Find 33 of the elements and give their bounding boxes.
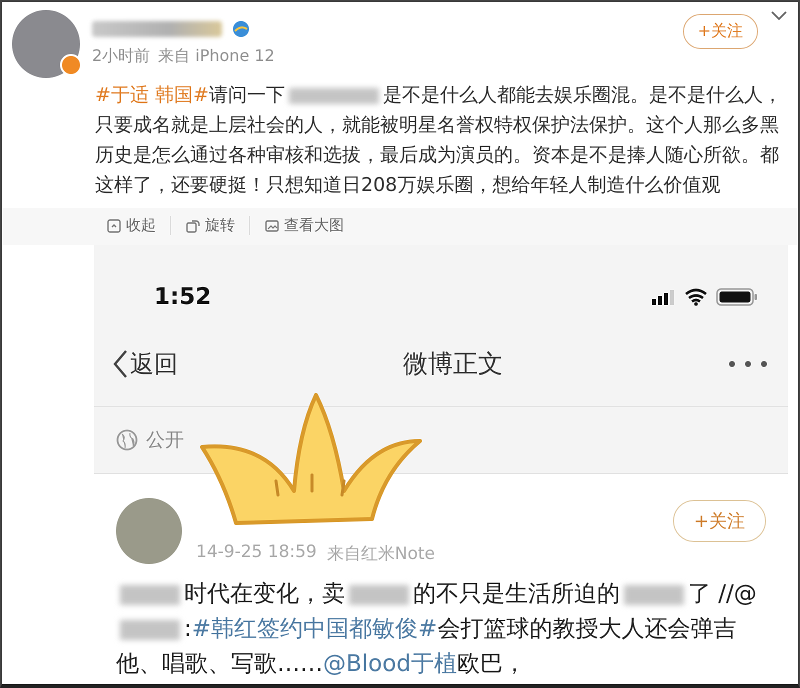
collapse-icon — [106, 218, 122, 234]
image-icon — [264, 218, 280, 234]
action-button[interactable]: 旋转 — [171, 216, 250, 235]
signal-icon — [652, 289, 676, 305]
back-chevron-icon — [112, 348, 128, 378]
action-button[interactable]: 收起 — [92, 216, 171, 235]
action-button[interactable]: 查看大图 — [250, 216, 358, 235]
follow-button[interactable]: +关注 — [682, 14, 758, 49]
battery-icon — [716, 287, 758, 307]
visibility-label: 公开 — [146, 428, 184, 453]
blurred-text — [120, 584, 180, 605]
page-title: 微博正文 — [403, 348, 503, 380]
rotate-icon — [185, 218, 201, 234]
hashtag-link[interactable]: #于适 韩国# — [95, 84, 209, 106]
mention-link[interactable]: @Blood于植 — [323, 651, 457, 677]
status-time: 1:52 — [154, 284, 212, 310]
globe-badge-icon — [232, 20, 250, 38]
blurred-text — [624, 584, 684, 605]
wifi-icon — [684, 288, 708, 306]
more-icon[interactable] — [728, 360, 768, 368]
chevron-down-icon[interactable] — [770, 10, 788, 22]
post-time: 14-9-25 18:59 — [196, 542, 317, 564]
post-source: 来自 iPhone 12 — [158, 46, 275, 67]
post-text: 时代在变化，卖 的不只是生活所迫的 了 //@ :#韩红签约中国都敏俊#会打篮球的教授大人还会弹吉他、唱歌、写歌……@Blood于植欧巴， — [116, 580, 758, 679]
back-button[interactable]: 返回 — [112, 348, 178, 380]
post-time: 2小时前 — [92, 46, 150, 67]
post-text: #于适 韩国#请问一下 是不是什么人都能去娱乐圈混。是不是什么人，只要成名就是上层社会的人，就能被明星名誉权特权保护法保护。这个人那么多黑历史是怎么通过各种审核和选拔，最后成为演员的。资本是不是捧人随心所欲。都这样了，还要硬挺！只想知道日208万娱乐圈，想给年轻人制造什么价值观 — [95, 83, 782, 198]
globe-icon — [116, 429, 138, 451]
blurred-text — [349, 584, 409, 605]
hashtag-link[interactable]: #韩红签约中国都敏俊# — [192, 616, 438, 642]
follow-button[interactable]: +关注 — [672, 500, 766, 542]
post-source: 来自红米Note — [326, 543, 435, 565]
blurred-text — [120, 620, 180, 640]
